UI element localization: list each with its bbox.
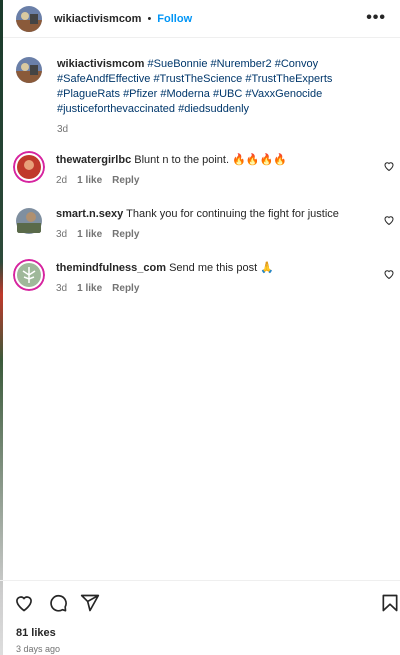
comment-text: Blunt n to the point. 🔥🔥🔥🔥 (134, 154, 287, 166)
header-separator: • (147, 12, 152, 25)
comment-username[interactable]: themindfulness_com (56, 262, 166, 274)
comment-time: 3d (56, 229, 68, 240)
heart-icon[interactable] (383, 214, 395, 226)
comment-likes[interactable]: 1 like (77, 227, 102, 242)
hashtag[interactable]: #VaxxGenocide (245, 88, 322, 100)
comment-likes[interactable]: 1 like (77, 281, 102, 296)
follow-button[interactable]: Follow (157, 13, 192, 25)
comment-meta: 3d 1 like Reply (56, 281, 274, 296)
comment-body: thewatergirlbc Blunt n to the point. 🔥🔥🔥… (56, 151, 376, 188)
bookmark-icon[interactable] (380, 593, 400, 613)
hashtag[interactable]: #TrustTheExperts (245, 73, 332, 85)
post-date: 3 days ago (16, 644, 61, 654)
comment-likes[interactable]: 1 like (77, 173, 102, 188)
commenter-avatar[interactable] (13, 259, 45, 291)
caption-time: 3d (57, 124, 69, 135)
caption-meta: 3d (57, 122, 357, 137)
comment-item: thewatergirlbc Blunt n to the point. 🔥🔥🔥… (13, 151, 400, 188)
caption-avatar[interactable] (16, 57, 42, 83)
comment-time: 2d (56, 175, 68, 186)
hashtag[interactable]: #Nurember2 (211, 58, 272, 70)
comment-meta: 3d 1 like Reply (56, 227, 339, 242)
commenter-avatar[interactable] (13, 205, 45, 237)
caption-username[interactable]: wikiactivismcom (57, 58, 144, 70)
comment-text: Thank you for continuing the fight for j… (126, 208, 339, 220)
comment-time: 3d (56, 283, 68, 294)
comment-body: smart.n.sexy Thank you for continuing th… (56, 205, 339, 242)
hashtag[interactable]: #Pfizer (123, 88, 157, 100)
hashtag[interactable]: #SafeAndfEffective (57, 73, 150, 85)
header-username[interactable]: wikiactivismcom (54, 13, 141, 25)
reply-button[interactable]: Reply (112, 227, 139, 242)
hashtag[interactable]: #TrustTheScience (153, 73, 242, 85)
comment-item: smart.n.sexy Thank you for continuing th… (13, 205, 400, 242)
header-avatar[interactable] (16, 5, 42, 32)
hashtag[interactable]: #SueBonnie (148, 58, 208, 70)
hashtag[interactable]: #diedsuddenly (178, 103, 249, 115)
comment-username[interactable]: thewatergirlbc (56, 154, 131, 166)
window-edge (0, 0, 3, 655)
post-action-bar: 81 likes 3 days ago (0, 580, 400, 655)
more-options-button[interactable]: ••• (366, 9, 386, 27)
share-icon[interactable] (80, 593, 100, 613)
hashtag[interactable]: #PlagueRats (57, 88, 120, 100)
comment-body: themindfulness_com Send me this post 🙏 3… (56, 259, 274, 296)
like-heart-icon[interactable] (14, 593, 34, 613)
hashtag[interactable]: #justiceforthevaccinated (57, 103, 175, 115)
comment-text: Send me this post 🙏 (169, 262, 274, 274)
hashtag[interactable]: #Convoy (275, 58, 318, 70)
comment-icon[interactable] (48, 593, 68, 613)
heart-icon[interactable] (383, 268, 395, 280)
comment-meta: 2d 1 like Reply (56, 173, 376, 188)
heart-icon[interactable] (383, 160, 395, 172)
reply-button[interactable]: Reply (112, 173, 139, 188)
hashtag[interactable]: #Moderna (160, 88, 210, 100)
comment-username[interactable]: smart.n.sexy (56, 208, 123, 220)
hashtag[interactable]: #UBC (213, 88, 242, 100)
post-caption: wikiactivismcom #SueBonnie #Nurember2 #C… (16, 57, 380, 137)
post-header: wikiactivismcom • Follow ••• (3, 0, 400, 38)
commenter-avatar[interactable] (13, 151, 45, 183)
caption-body: wikiactivismcom #SueBonnie #Nurember2 #C… (57, 57, 357, 137)
reply-button[interactable]: Reply (112, 281, 139, 296)
likes-count[interactable]: 81 likes (16, 627, 56, 639)
comment-item: themindfulness_com Send me this post 🙏 3… (13, 259, 400, 296)
